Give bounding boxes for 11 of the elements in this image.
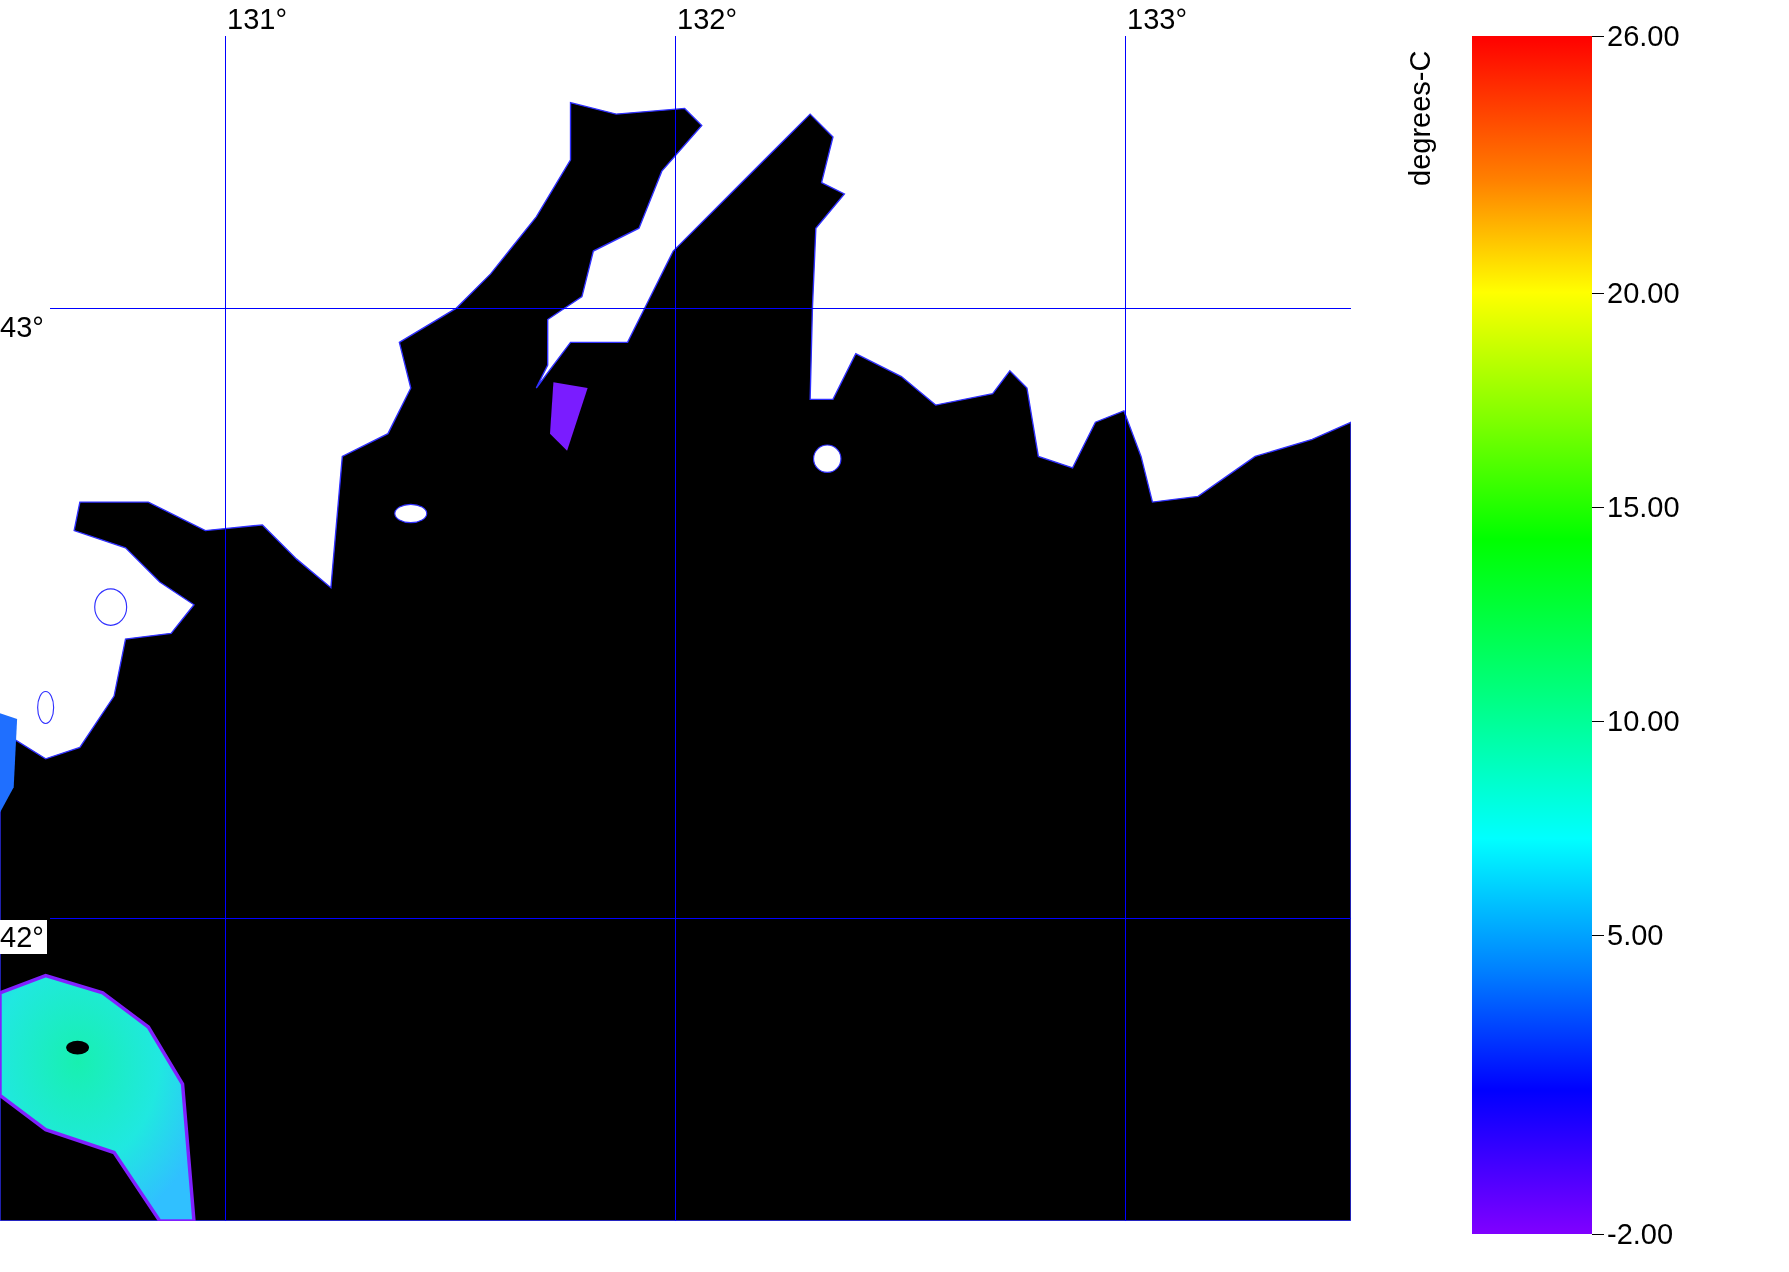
scale-label: 10.00 xyxy=(1607,703,1680,738)
colorbar-title: degrees-C xyxy=(1403,49,1437,186)
longitude-label: 133° xyxy=(1127,2,1187,36)
scale-label: 20.00 xyxy=(1607,275,1680,310)
longitude-label: 132° xyxy=(677,2,737,36)
scale-label: 5.00 xyxy=(1607,917,1664,952)
scale-label: 26.00 xyxy=(1607,19,1680,53)
scale-label: -2.00 xyxy=(1607,1217,1674,1251)
latitude-label: 42° xyxy=(0,920,47,954)
longitude-label: 131° xyxy=(227,2,287,36)
scale-label: 15.00 xyxy=(1607,489,1680,524)
